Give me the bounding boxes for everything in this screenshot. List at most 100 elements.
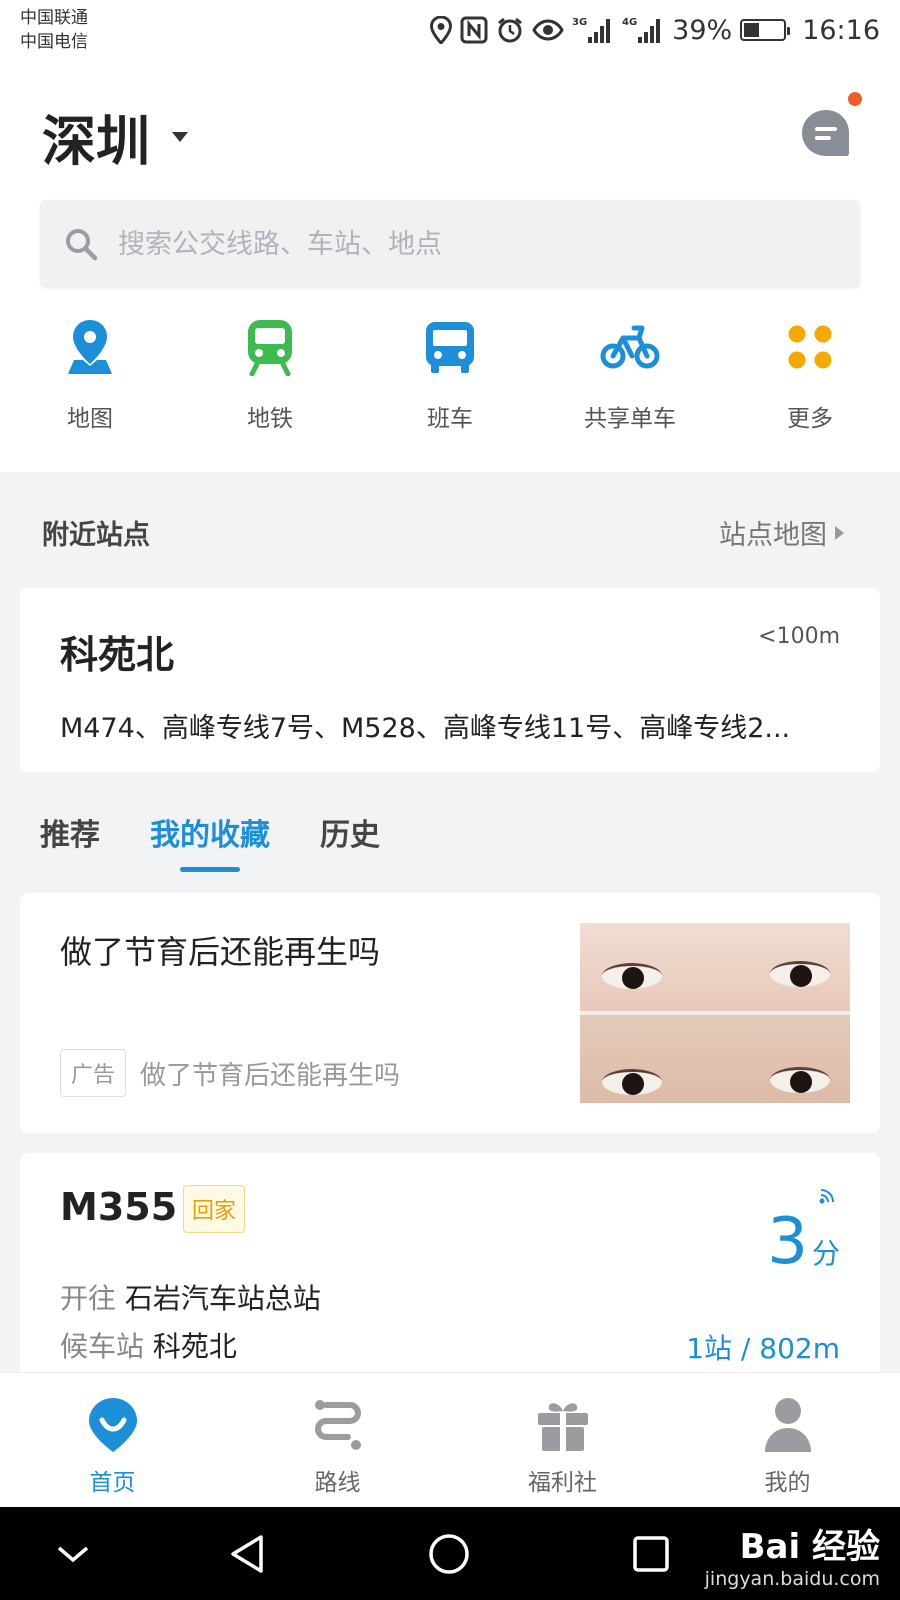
city-selector[interactable]: 深圳: [42, 97, 188, 176]
ad-image: [580, 923, 850, 1103]
ad-card[interactable]: 做了节育后还能再生吗 广告 做了节育后还能再生吗: [20, 893, 880, 1133]
nearby-station-card[interactable]: 科苑北 <100m M474、高峰专线7号、M528、高峰专线11号、高峰专线2…: [20, 588, 880, 772]
quick-map[interactable]: 地图: [0, 317, 180, 433]
carrier-1: 中国联通: [20, 8, 88, 28]
bottom-tab-bar: 首页 路线 福利社 我的: [0, 1373, 900, 1507]
ad-title: 做了节育后还能再生吗: [60, 933, 381, 971]
quick-more-label: 更多: [787, 406, 833, 432]
station-lines: M474、高峰专线7号、M528、高峰专线11号、高峰专线2...: [60, 713, 791, 744]
eta-value: 3: [767, 1205, 808, 1279]
subway-icon: [240, 317, 300, 377]
search-icon: [66, 229, 98, 261]
quick-bike[interactable]: 共享单车: [540, 317, 720, 433]
message-button[interactable]: [800, 108, 852, 160]
tab-recommend[interactable]: 推荐: [40, 810, 100, 872]
user-icon: [758, 1395, 818, 1455]
realtime-signal-icon: [819, 1189, 834, 1204]
station-map-label: 站点地图: [719, 520, 827, 551]
watermark: Bai 经验 jingyan.baidu.com: [705, 1519, 880, 1590]
eta-unit: 分: [811, 1237, 840, 1270]
back-triangle-icon: [231, 1535, 263, 1573]
quick-shuttle-label: 班车: [427, 406, 473, 432]
bottom-tab-route-label: 路线: [314, 1470, 361, 1496]
eye-shape: [602, 1069, 662, 1095]
gift-icon: [533, 1395, 593, 1455]
station-name: 科苑北: [60, 633, 175, 677]
bus-stop-row: 候车站 科苑北: [60, 1325, 237, 1365]
signal-4g-icon: 4G: [622, 15, 664, 45]
tab-favorites[interactable]: 我的收藏: [150, 810, 270, 872]
eye-comfort-icon: [532, 15, 564, 45]
back-button[interactable]: [222, 1529, 272, 1579]
bottom-tab-route[interactable]: 路线: [225, 1373, 450, 1507]
eye-shape: [770, 1067, 830, 1093]
bus-destination-row: 开往 石岩汽车站总站: [60, 1277, 321, 1317]
status-icons: 3G 4G 39% 16:16: [430, 10, 880, 50]
favorite-bus-card[interactable]: M355 回家 开往 石岩汽车站总站 候车站 科苑北 3 分 1站 / 802m: [20, 1153, 880, 1403]
chevron-right-icon: [835, 525, 844, 540]
quick-actions: 地图 地铁 班车 共享单车 更多: [0, 317, 900, 433]
bus-tag: 回家: [183, 1185, 246, 1233]
bottom-tab-me-label: 我的: [764, 1470, 811, 1496]
content-tabs: 推荐 我的收藏 历史: [40, 810, 380, 872]
network-1-label: 3G: [572, 17, 587, 28]
city-name: 深圳: [42, 110, 150, 173]
eye-shape: [602, 963, 662, 989]
bottom-tab-welfare-label: 福利社: [528, 1470, 597, 1496]
carrier-list: 中国联通 中国电信: [20, 6, 88, 54]
quick-subway[interactable]: 地铁: [180, 317, 360, 433]
eye-shape: [770, 961, 830, 987]
carrier-2: 中国电信: [20, 32, 88, 52]
chat-icon: [802, 110, 849, 156]
ad-badge: 广告: [60, 1049, 127, 1097]
clock: 16:16: [802, 14, 880, 46]
bottom-tab-home[interactable]: 首页: [0, 1373, 225, 1507]
quick-shuttle[interactable]: 班车: [360, 317, 540, 433]
station-distance: <100m: [758, 624, 840, 649]
system-nav-bar: Bai 经验 jingyan.baidu.com: [0, 1507, 900, 1600]
ad-subtitle: 做了节育后还能再生吗: [140, 1061, 401, 1091]
map-pin-icon: [60, 317, 120, 377]
bus-icon: [420, 317, 480, 377]
caret-down-icon: [172, 131, 188, 142]
station-map-link[interactable]: 站点地图: [719, 513, 844, 552]
notification-dot: [848, 92, 862, 106]
search-bar[interactable]: [40, 200, 860, 288]
eta: 3 分: [767, 1205, 840, 1279]
quick-subway-label: 地铁: [247, 406, 293, 432]
bicycle-icon: [600, 317, 660, 377]
battery-icon: [740, 19, 791, 41]
home-icon: [83, 1395, 143, 1455]
tab-history[interactable]: 历史: [320, 810, 380, 872]
collapse-button[interactable]: [48, 1529, 98, 1579]
signal-3g-icon: 3G: [572, 15, 614, 45]
chevron-down-icon: [57, 1546, 89, 1563]
square-recents-icon: [633, 1536, 669, 1572]
eta-distance: 1站 / 802m: [686, 1332, 840, 1365]
alarm-icon: [496, 15, 524, 45]
watermark-url: jingyan.baidu.com: [704, 1568, 880, 1590]
battery-percent: 39%: [672, 14, 733, 46]
status-bar: 中国联通 中国电信 3G 4G 39% 16:16: [0, 0, 900, 62]
recents-button[interactable]: [626, 1529, 676, 1579]
destination: 石岩汽车站总站: [124, 1282, 321, 1315]
location-icon: [430, 15, 453, 45]
bus-line-number: M355: [60, 1185, 178, 1229]
circle-home-icon: [429, 1534, 469, 1574]
search-input[interactable]: [118, 228, 818, 260]
quick-map-label: 地图: [67, 406, 113, 432]
bottom-tab-me[interactable]: 我的: [675, 1373, 900, 1507]
nearby-title: 附近站点: [42, 520, 150, 551]
stop-prefix: 候车站: [60, 1330, 145, 1363]
stop-name: 科苑北: [152, 1330, 237, 1363]
quick-bike-label: 共享单车: [584, 406, 676, 432]
bottom-tab-home-label: 首页: [89, 1470, 136, 1496]
quick-more[interactable]: 更多: [720, 317, 900, 433]
battery-fill: [744, 23, 759, 37]
watermark-logo: Bai 经验: [739, 1527, 880, 1567]
more-dots-icon: [780, 317, 840, 377]
header: 深圳 地图 地铁 班车: [0, 62, 900, 472]
bottom-tab-welfare[interactable]: 福利社: [450, 1373, 675, 1507]
dest-prefix: 开往: [60, 1282, 117, 1315]
home-nav-button[interactable]: [424, 1529, 474, 1579]
